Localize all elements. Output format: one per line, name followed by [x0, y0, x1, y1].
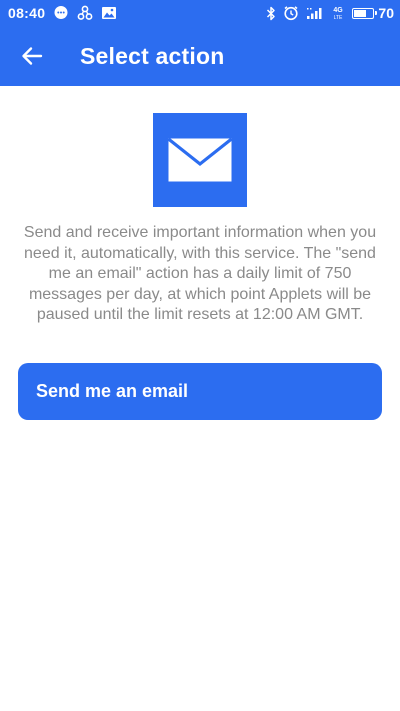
status-bar: 08:40 4G LTE 70 [0, 0, 400, 26]
battery-icon [352, 7, 378, 19]
battery-fill [354, 9, 367, 17]
email-envelope-icon [167, 137, 233, 182]
image-icon [101, 6, 117, 20]
service-description: Send and receive important information w… [23, 224, 377, 323]
svg-text:LTE: LTE [334, 15, 343, 21]
battery-indicator: 70 [352, 5, 394, 21]
battery-level: 70 [378, 5, 394, 21]
page-title: Select action [80, 42, 225, 69]
send-me-an-email-action-button[interactable]: Send me an email [18, 363, 382, 420]
bluetooth-icon [266, 6, 276, 21]
arrow-left-icon [22, 47, 43, 65]
network-type-label: 4G [334, 7, 344, 14]
status-right-group: 4G LTE 70 [266, 5, 394, 21]
share-nodes-icon [77, 5, 93, 21]
service-logo [153, 113, 247, 207]
signal-strength-icon [306, 6, 324, 20]
status-time: 08:40 [8, 5, 46, 21]
status-left-group: 08:40 [8, 5, 117, 21]
action-label: Send me an email [36, 381, 189, 401]
network-4g-lte-icon: 4G LTE [331, 5, 345, 21]
chat-bubble-icon [53, 5, 69, 21]
alarm-clock-icon [283, 5, 299, 21]
app-bar: Select action [0, 26, 400, 86]
back-button[interactable] [0, 26, 64, 86]
